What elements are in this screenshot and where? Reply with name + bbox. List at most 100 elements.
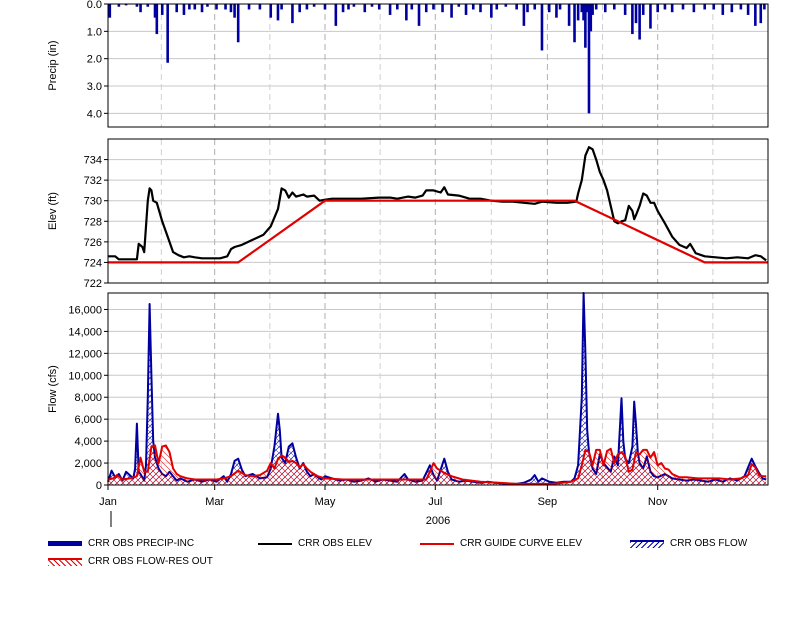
precip-bar <box>323 4 327 10</box>
precip-bar <box>334 4 338 26</box>
precip-bar <box>759 4 763 24</box>
precip-bar <box>396 4 399 10</box>
ylabel-elev: Elev (ft) <box>47 192 59 230</box>
precip-bar <box>594 4 598 10</box>
precip-bar <box>236 4 240 43</box>
precip-bar <box>739 4 743 10</box>
precip-bar <box>276 4 280 21</box>
precip-bar <box>298 4 301 13</box>
precip-bar <box>656 4 659 13</box>
precip-bar <box>450 4 453 18</box>
ytick-label-elev: 732 <box>84 175 102 187</box>
precip-bar <box>410 4 414 10</box>
precip-bar <box>229 4 233 13</box>
precip-bar <box>182 4 186 15</box>
precip-bar <box>269 4 273 18</box>
precip-bar <box>763 4 766 10</box>
precip-bar <box>515 4 518 10</box>
precip-bar <box>591 4 594 15</box>
ytick-label-flow: 8,000 <box>74 392 102 404</box>
precip-bar <box>613 4 616 10</box>
legend-item-flow: CRR OBS FLOW <box>630 538 747 549</box>
legend-label-guide: CRR GUIDE CURVE ELEV <box>460 538 583 549</box>
precip-bar <box>721 4 725 15</box>
precip-bar <box>522 4 526 26</box>
ytick-label-elev: 734 <box>84 155 102 167</box>
series-line <box>107 292 767 485</box>
legend-label-precip: CRR OBS PRECIP-INC <box>88 538 195 549</box>
ytick-label-flow: 0 <box>96 480 102 492</box>
precip-bar <box>631 4 634 35</box>
precip-bar <box>432 4 435 10</box>
panel-elev: 722 724 726 728 730 732 734 Elev (ft) <box>47 138 769 290</box>
panel-frame-flow <box>107 292 769 486</box>
precip-bar <box>649 4 652 29</box>
precip-bar <box>670 4 674 13</box>
legend-swatch-res-out <box>48 557 82 566</box>
precip-bar <box>233 4 236 18</box>
ytick-label-precip: 1.0 <box>87 26 102 38</box>
ytick-label-flow: 4,000 <box>74 436 102 448</box>
precip-bar <box>703 4 707 10</box>
precip-bar <box>623 4 627 15</box>
precip-bar <box>247 4 251 10</box>
precip-bar <box>347 4 350 10</box>
legend-item-res-out: CRR OBS FLOW-RES OUT <box>48 556 213 567</box>
precip-bar <box>215 4 218 10</box>
ytick-label-elev: 726 <box>84 237 102 249</box>
ytick-label-elev: 724 <box>84 257 102 269</box>
ytick-label-precip: 0.0 <box>87 0 102 11</box>
xtick-label: Mar <box>205 496 224 508</box>
ytick-label-precip: 4.0 <box>87 108 102 120</box>
ytick-label-precip: 3.0 <box>87 81 102 93</box>
precip-bar <box>139 4 142 13</box>
precip-bar <box>155 4 159 35</box>
precip-bar <box>547 4 551 13</box>
ytick-label-flow: 14,000 <box>68 326 102 338</box>
precip-bar <box>712 4 716 10</box>
legend-swatch-precip <box>48 541 82 546</box>
precip-bar <box>464 4 468 15</box>
precip-bar <box>555 4 558 18</box>
precip-bar <box>495 4 499 10</box>
precip-bar <box>388 4 392 15</box>
precip-bar <box>291 4 294 24</box>
precip-bar <box>224 4 227 10</box>
precip-bar <box>576 4 580 21</box>
precip-bar <box>533 4 537 10</box>
precip-bar <box>540 4 544 51</box>
legend-item-precip: CRR OBS PRECIP-INC <box>48 538 194 549</box>
precip-bar <box>663 4 667 10</box>
precip-bar <box>280 4 283 10</box>
precip-bar <box>567 4 571 26</box>
series-area <box>108 293 767 485</box>
precip-bar <box>166 4 169 63</box>
precip-bar <box>730 4 734 13</box>
precip-bar <box>417 4 421 26</box>
panel-precip: 0.0 1.0 2.0 3.0 4.0 Precip (in) <box>47 0 769 128</box>
ytick-label-flow: 10,000 <box>68 370 102 382</box>
ytick-label-flow: 16,000 <box>68 304 102 316</box>
legend-item-elev: CRR OBS ELEV <box>258 538 372 549</box>
ylabel-flow: Flow (cfs) <box>47 365 59 413</box>
precip-bar <box>573 4 576 43</box>
ytick-label-flow: 6,000 <box>74 414 102 426</box>
series-line <box>108 146 767 262</box>
precip-bar <box>305 4 309 10</box>
ytick-label-elev: 730 <box>84 196 102 208</box>
precip-bar <box>490 4 493 18</box>
legend-swatch-guide <box>420 542 454 545</box>
ytick-label-flow: 2,000 <box>74 458 102 470</box>
precip-bar <box>363 4 367 13</box>
xtick-label: Jan <box>99 496 117 508</box>
legend-label-flow: CRR OBS FLOW <box>670 538 748 549</box>
precip-bar <box>441 4 444 13</box>
precip-bar <box>341 4 345 13</box>
precip-bar <box>681 4 685 10</box>
ytick-label-elev: 722 <box>84 278 102 290</box>
ylabel-precip: Precip (in) <box>47 40 59 90</box>
precip-bar <box>558 4 562 10</box>
precip-bar <box>193 4 197 10</box>
precip-bar <box>108 4 112 18</box>
panel-flow: 0 2,000 4,000 6,000 8,000 10,000 12,000 14,000 1… <box>47 292 769 492</box>
